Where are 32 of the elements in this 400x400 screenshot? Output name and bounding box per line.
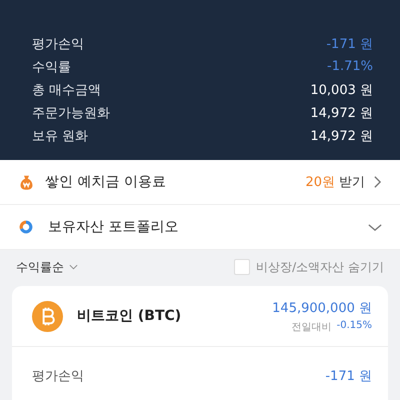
summary-value: -1.71%	[327, 59, 373, 74]
summary-label: 수익률	[32, 58, 71, 76]
change-label: 전일대비	[292, 320, 332, 334]
summary-label: 총 매수금액	[32, 82, 102, 98]
bitcoin-icon	[32, 300, 63, 332]
summary-value: -171 원	[326, 36, 373, 52]
summary-value: 14,972 원	[310, 104, 373, 122]
asset-price: 145,900,000 원	[272, 300, 372, 316]
summary-value: 10,003 원	[310, 82, 373, 98]
fee-amount: 20원	[305, 174, 335, 191]
portfolio-row[interactable]: 보유자산 포트폴리오	[0, 205, 400, 250]
caret-icon	[69, 264, 78, 270]
donut-chart-icon	[18, 219, 34, 235]
summary-label: 보유 원화	[32, 128, 88, 144]
chevron-down-icon[interactable]	[368, 222, 382, 232]
change-value: -0.15%	[336, 320, 372, 332]
deposit-fee-row[interactable]: 쌓인 예치금 이용료 20원 받기	[0, 160, 400, 205]
summary-value: 14,972 원	[310, 128, 373, 144]
summary-label: 주문가능원화	[32, 104, 110, 122]
money-bag-icon	[18, 174, 35, 190]
asset-name: 비트코인 (BTC)	[77, 307, 182, 325]
chevron-right-icon	[373, 175, 382, 189]
checkbox-label: 비상장/소액자산 숨기기	[256, 258, 384, 276]
receive-link[interactable]: 받기	[339, 173, 365, 191]
summary-label: 평가손익	[32, 36, 84, 52]
sort-dropdown[interactable]: 수익률순	[16, 258, 78, 276]
deposit-fee-title: 쌓인 예치금 이용료	[45, 173, 167, 191]
asset-card[interactable]: 비트코인 (BTC) 145,900,000 원 전일대비 -0.15% 평가손익 -171 원	[12, 286, 388, 400]
portfolio-title: 보유자산 포트폴리오	[48, 218, 180, 236]
asset-stat-label: 평가손익	[32, 368, 84, 385]
checkbox[interactable]	[234, 259, 250, 275]
asset-stat-value: -171 원	[325, 368, 372, 385]
